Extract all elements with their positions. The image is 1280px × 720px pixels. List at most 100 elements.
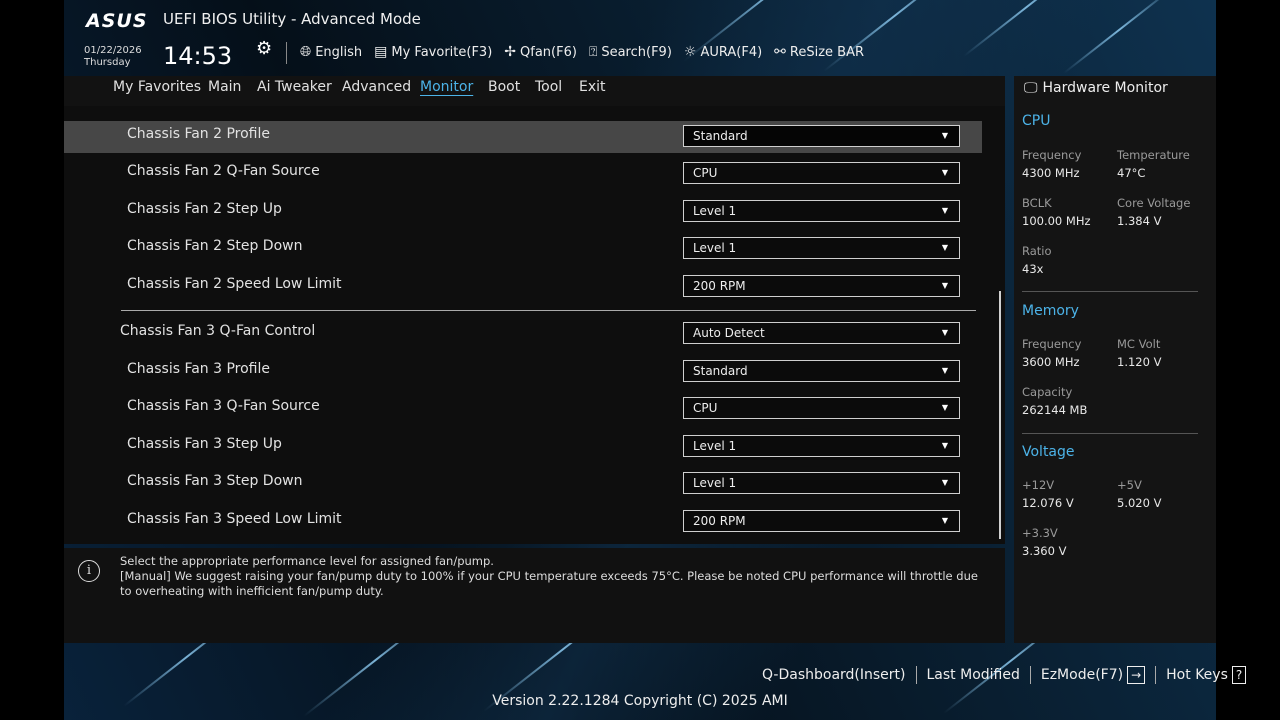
dropdown-caret-icon: ▼	[941, 168, 948, 177]
footer-actions: Q-Dashboard(Insert) Last Modified EzMode…	[762, 666, 1256, 684]
dropdown-caret-icon: ▼	[941, 328, 948, 337]
qfan-button[interactable]: ✢ Qfan(F6)	[504, 44, 577, 60]
setting-label: Chassis Fan 3 Speed Low Limit	[127, 511, 342, 527]
dropdown-caret-icon: ▼	[941, 131, 948, 140]
setting-label: Chassis Fan 3 Q-Fan Control	[120, 323, 316, 339]
setting-select[interactable]: Level 1 ▼	[683, 200, 960, 222]
language-button[interactable]: 🌐︎ English	[300, 44, 362, 60]
setting-select[interactable]: Level 1 ▼	[683, 237, 960, 259]
core-voltage-label: Core Voltage	[1117, 196, 1191, 210]
setting-row[interactable]: Chassis Fan 2 Step Down Level 1 ▼	[64, 233, 982, 266]
v5-value: 5.020 V	[1117, 496, 1162, 510]
select-value: Standard	[693, 129, 748, 143]
setting-row[interactable]: Chassis Fan 2 Profile Standard ▼	[64, 121, 982, 153]
setting-label: Chassis Fan 3 Q-Fan Source	[127, 398, 320, 414]
setting-row[interactable]: Chassis Fan 3 Q-Fan Source CPU ▼	[64, 393, 982, 426]
settings-panel: Chassis Fan 2 Profile Standard ▼ Chassis …	[64, 106, 1005, 544]
monitor-icon: 🖵︎	[1024, 80, 1038, 96]
setting-row[interactable]: Chassis Fan 3 Step Down Level 1 ▼	[64, 468, 982, 501]
setting-label: Chassis Fan 2 Profile	[127, 126, 271, 142]
setting-select[interactable]: 200 RPM ▼	[683, 510, 960, 532]
scrollbar[interactable]	[999, 291, 1001, 539]
setting-row[interactable]: Chassis Fan 3 Speed Low Limit 200 RPM ▼	[64, 506, 982, 539]
setting-label: Chassis Fan 2 Q-Fan Source	[127, 163, 320, 179]
select-value: Auto Detect	[693, 326, 765, 340]
setting-row[interactable]: Chassis Fan 3 Step Up Level 1 ▼	[64, 431, 982, 464]
setting-label: Chassis Fan 2 Speed Low Limit	[127, 276, 342, 292]
setting-row[interactable]: Chassis Fan 2 Step Up Level 1 ▼	[64, 196, 982, 229]
v12-value: 12.076 V	[1022, 496, 1074, 510]
help-text: Select the appropriate performance level…	[120, 554, 990, 599]
mc-volt-value: 1.120 V	[1117, 355, 1162, 369]
cpu-frequency-value: 4300 MHz	[1022, 166, 1080, 180]
ezmode-button[interactable]: EzMode(F7) →	[1031, 666, 1157, 684]
select-value: CPU	[693, 401, 718, 415]
setting-select[interactable]: CPU ▼	[683, 162, 960, 184]
globe-icon: 🌐︎	[300, 44, 312, 60]
tab-tool[interactable]: Tool	[535, 79, 562, 95]
date-display: 01/22/2026 Thursday	[84, 45, 142, 69]
hardware-monitor-title: 🖵︎ Hardware Monitor	[1024, 80, 1168, 96]
exit-arrow-icon: →	[1127, 666, 1146, 684]
select-value: 200 RPM	[693, 279, 746, 293]
gear-icon[interactable]: ⚙	[256, 38, 272, 59]
last-modified-button[interactable]: Last Modified	[917, 666, 1031, 684]
mc-volt-label: MC Volt	[1117, 337, 1161, 351]
my-favorite-label: My Favorite(F3)	[391, 44, 493, 60]
hardware-monitor-panel: 🖵︎ Hardware Monitor CPU Frequency 4300 M…	[1014, 76, 1216, 643]
setting-select[interactable]: Standard ▼	[683, 360, 960, 382]
main-nav: My Favorites Main Ai Tweaker Advanced Mo…	[64, 76, 1005, 106]
help-line: Select the appropriate performance level…	[120, 554, 494, 568]
hardware-monitor-label: Hardware Monitor	[1042, 80, 1168, 96]
my-favorite-button[interactable]: ▤ My Favorite(F3)	[374, 44, 492, 60]
q-dashboard-button[interactable]: Q-Dashboard(Insert)	[762, 666, 917, 684]
cpu-frequency-label: Frequency	[1022, 148, 1082, 162]
bclk-value: 100.00 MHz	[1022, 214, 1091, 228]
select-value: 200 RPM	[693, 514, 746, 528]
setting-label: Chassis Fan 2 Step Up	[127, 201, 282, 217]
dropdown-caret-icon: ▼	[941, 206, 948, 215]
search-icon: ⍰	[588, 44, 598, 60]
cpu-temperature-label: Temperature	[1117, 148, 1190, 162]
clock: 14:53	[163, 42, 233, 70]
dropdown-caret-icon: ▼	[941, 516, 948, 525]
tab-exit[interactable]: Exit	[579, 79, 606, 95]
tab-ai-tweaker[interactable]: Ai Tweaker	[257, 79, 332, 95]
bclk-label: BCLK	[1022, 196, 1052, 210]
capacity-value: 262144 MB	[1022, 403, 1088, 417]
tab-my-favorites[interactable]: My Favorites	[113, 79, 201, 95]
setting-select[interactable]: Level 1 ▼	[683, 472, 960, 494]
app-title: UEFI BIOS Utility - Advanced Mode	[163, 10, 421, 28]
resize-bar-button[interactable]: ⚯ ReSize BAR	[774, 44, 864, 60]
select-value: Level 1	[693, 204, 737, 218]
resize-bar-label: ReSize BAR	[789, 44, 865, 60]
dropdown-caret-icon: ▼	[941, 478, 948, 487]
setting-select[interactable]: Standard ▼	[683, 125, 960, 147]
select-value: Standard	[693, 364, 748, 378]
setting-select[interactable]: Auto Detect ▼	[683, 322, 960, 344]
capacity-label: Capacity	[1022, 385, 1073, 399]
search-button[interactable]: ⍰ Search(F9)	[589, 44, 672, 60]
tab-main[interactable]: Main	[208, 79, 241, 95]
memory-frequency-label: Frequency	[1022, 337, 1082, 351]
setting-row[interactable]: Chassis Fan 3 Profile Standard ▼	[64, 356, 982, 389]
hot-keys-button[interactable]: Hot Keys?	[1156, 666, 1256, 684]
setting-row[interactable]: Chassis Fan 3 Q-Fan Control Auto Detect ▼	[64, 318, 982, 351]
dropdown-caret-icon: ▼	[941, 281, 948, 290]
hw-divider	[1022, 291, 1198, 292]
setting-select[interactable]: Level 1 ▼	[683, 435, 960, 457]
version-text: Version 2.22.1284 Copyright (C) 2025 AMI	[492, 693, 788, 709]
select-value: Level 1	[693, 439, 737, 453]
setting-select[interactable]: CPU ▼	[683, 397, 960, 419]
weekday-text: Thursday	[84, 57, 131, 68]
tab-advanced[interactable]: Advanced	[342, 79, 411, 95]
select-value: Level 1	[693, 476, 737, 490]
aura-icon: ☼	[683, 44, 697, 60]
setting-select[interactable]: 200 RPM ▼	[683, 275, 960, 297]
tab-monitor[interactable]: Monitor	[420, 79, 473, 95]
setting-row[interactable]: Chassis Fan 2 Speed Low Limit 200 RPM ▼	[64, 271, 982, 304]
aura-button[interactable]: ☼ AURA(F4)	[684, 44, 762, 60]
setting-row[interactable]: Chassis Fan 2 Q-Fan Source CPU ▼	[64, 158, 982, 191]
tab-boot[interactable]: Boot	[488, 79, 520, 95]
section-divider	[121, 310, 976, 311]
